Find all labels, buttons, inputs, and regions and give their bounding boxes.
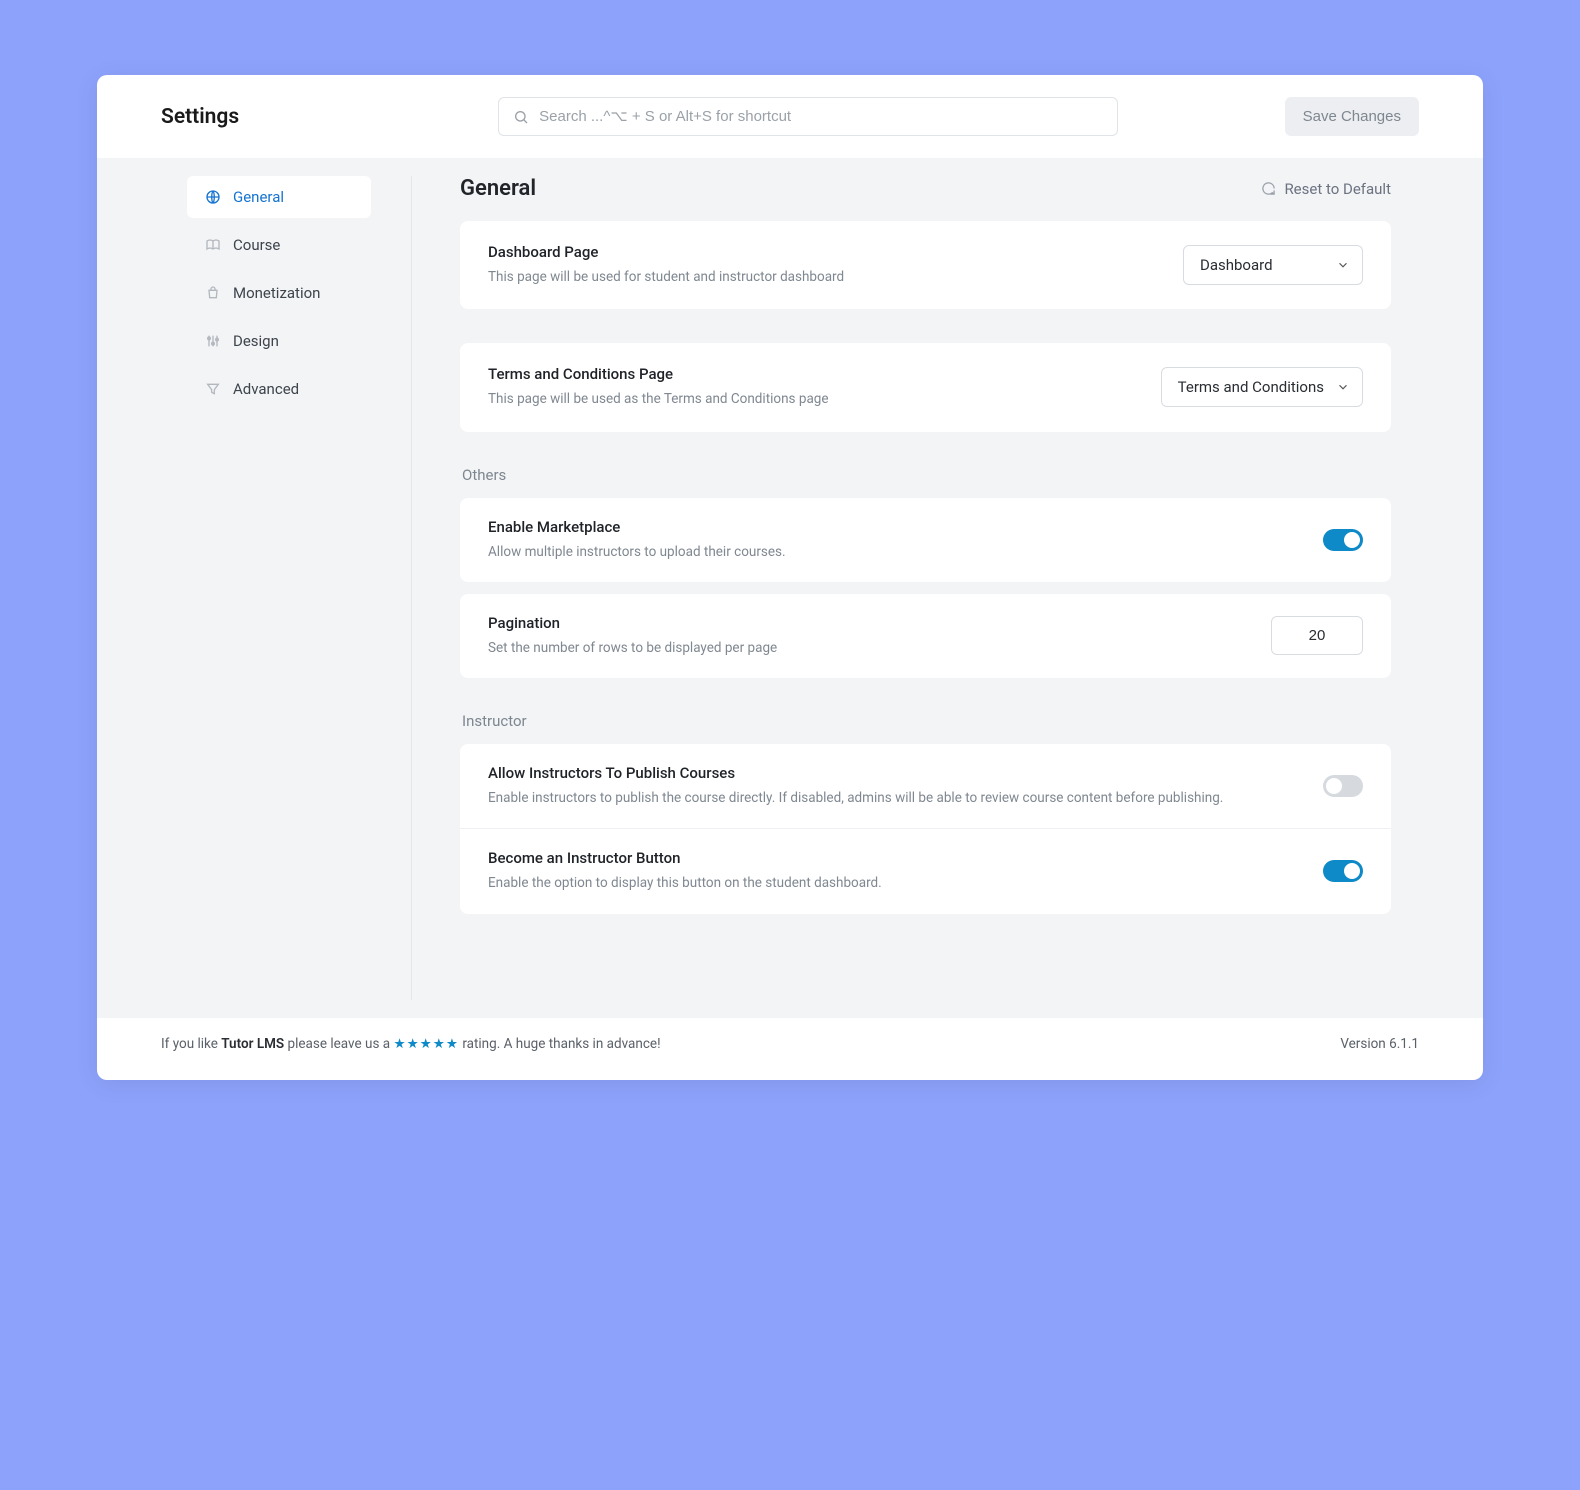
footer-message: If you like Tutor LMS please leave us a …	[161, 1036, 661, 1052]
globe-icon	[205, 189, 221, 205]
footer: If you like Tutor LMS please leave us a …	[97, 1018, 1483, 1080]
main-header: General Reset to Default	[460, 176, 1391, 201]
sidebar-item-label: General	[233, 188, 284, 206]
row-title: Pagination	[488, 614, 1247, 632]
version-label: Version 6.1.1	[1340, 1036, 1419, 1052]
topbar: Settings Save Changes	[97, 75, 1483, 158]
marketplace-toggle[interactable]	[1323, 529, 1363, 551]
footer-mid: please leave us a	[284, 1036, 393, 1052]
row-desc: This page will be used as the Terms and …	[488, 389, 1137, 409]
row-desc: Enable the option to display this button…	[488, 873, 1299, 893]
footer-suffix: rating. A huge thanks in advance!	[459, 1036, 661, 1052]
body: General Course Monetization Design	[97, 158, 1483, 1018]
row-enable-marketplace: Enable Marketplace Allow multiple instru…	[460, 498, 1391, 582]
row-desc: Set the number of rows to be displayed p…	[488, 638, 1247, 658]
row-allow-publish: Allow Instructors To Publish Courses Ena…	[460, 744, 1391, 828]
row-desc: This page will be used for student and i…	[488, 267, 1159, 287]
section-title: General	[460, 176, 536, 201]
card-instructor: Allow Instructors To Publish Courses Ena…	[460, 744, 1391, 914]
sidebar-item-label: Advanced	[233, 380, 299, 398]
terms-page-select[interactable]: Terms and Conditions	[1161, 367, 1363, 407]
section-label-instructor: Instructor	[462, 712, 1391, 730]
rotate-icon	[1261, 181, 1276, 196]
sidebar-item-design[interactable]: Design	[187, 320, 371, 362]
page-title: Settings	[161, 105, 239, 129]
pagination-input[interactable]	[1271, 616, 1363, 655]
select-value: Dashboard	[1200, 256, 1273, 274]
allow-publish-toggle[interactable]	[1323, 775, 1363, 797]
row-desc: Allow multiple instructors to upload the…	[488, 542, 1299, 562]
row-pagination: Pagination Set the number of rows to be …	[460, 594, 1391, 678]
card-dashboard-page: Dashboard Page This page will be used fo…	[460, 221, 1391, 309]
save-changes-button[interactable]: Save Changes	[1285, 97, 1419, 136]
row-dashboard-page: Dashboard Page This page will be used fo…	[460, 221, 1391, 309]
sidebar-item-label: Monetization	[233, 284, 320, 302]
row-title: Terms and Conditions Page	[488, 365, 1137, 383]
chevron-down-icon	[1336, 258, 1350, 272]
row-title: Enable Marketplace	[488, 518, 1299, 536]
section-label-others: Others	[462, 466, 1391, 484]
chevron-down-icon	[1336, 380, 1350, 394]
footer-brand: Tutor LMS	[221, 1036, 284, 1052]
book-icon	[205, 237, 221, 253]
sidebar-item-label: Design	[233, 332, 279, 350]
row-title: Allow Instructors To Publish Courses	[488, 764, 1299, 782]
main-content: General Reset to Default Dashboard Page …	[412, 158, 1483, 1018]
card-enable-marketplace: Enable Marketplace Allow multiple instru…	[460, 498, 1391, 582]
sidebar-item-monetization[interactable]: Monetization	[187, 272, 371, 314]
select-value: Terms and Conditions	[1178, 378, 1324, 396]
sidebar-item-advanced[interactable]: Advanced	[187, 368, 371, 410]
funnel-icon	[205, 381, 221, 397]
row-desc: Enable instructors to publish the course…	[488, 788, 1299, 808]
app-window: Settings Save Changes General Course	[97, 75, 1483, 1080]
sidebar-item-general[interactable]: General	[187, 176, 371, 218]
become-instructor-toggle[interactable]	[1323, 860, 1363, 882]
dashboard-page-select[interactable]: Dashboard	[1183, 245, 1363, 285]
sliders-icon	[205, 333, 221, 349]
sidebar: General Course Monetization Design	[97, 158, 411, 1018]
reset-to-default-button[interactable]: Reset to Default	[1261, 180, 1391, 198]
row-title: Become an Instructor Button	[488, 849, 1299, 867]
rating-stars[interactable]: ★★★★★	[393, 1036, 459, 1052]
reset-label: Reset to Default	[1284, 180, 1391, 198]
row-terms-page: Terms and Conditions Page This page will…	[460, 343, 1391, 431]
card-terms-page: Terms and Conditions Page This page will…	[460, 343, 1391, 431]
search-input-wrap[interactable]	[498, 97, 1118, 136]
search-input[interactable]	[539, 108, 1103, 125]
row-title: Dashboard Page	[488, 243, 1159, 261]
sidebar-item-course[interactable]: Course	[187, 224, 371, 266]
bag-icon	[205, 285, 221, 301]
row-become-instructor: Become an Instructor Button Enable the o…	[460, 828, 1391, 913]
footer-prefix: If you like	[161, 1036, 221, 1052]
search-icon	[513, 109, 529, 125]
card-pagination: Pagination Set the number of rows to be …	[460, 594, 1391, 678]
sidebar-item-label: Course	[233, 236, 280, 254]
